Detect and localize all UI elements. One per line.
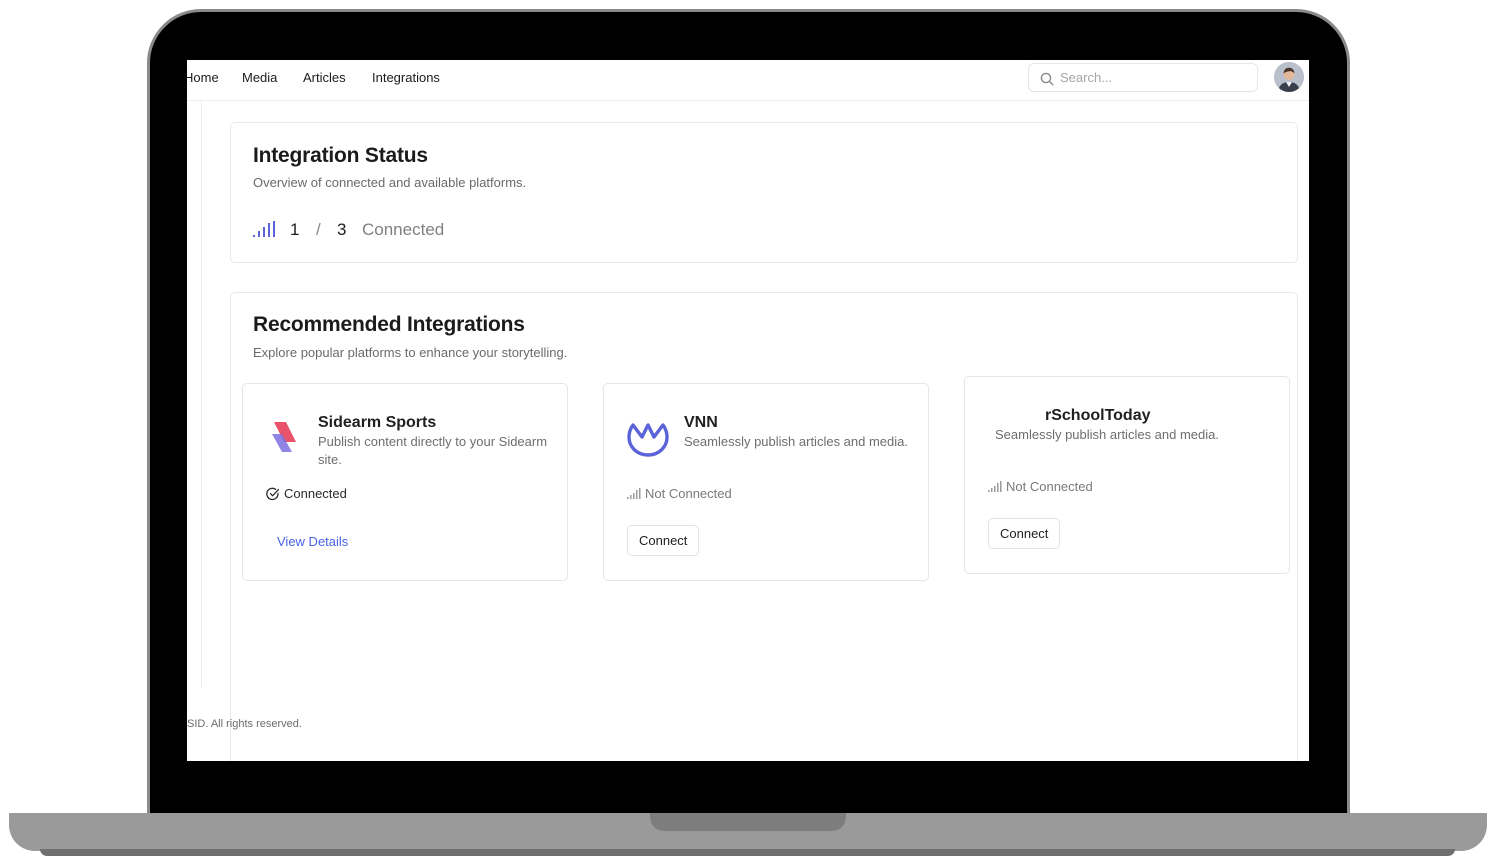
integration-status: Connected [284, 486, 347, 501]
laptop-notch [650, 813, 846, 831]
signal-bars-icon [253, 221, 275, 237]
top-nav: Home Media Articles Integrations [187, 60, 1309, 101]
nav-link-media[interactable]: Media [242, 70, 277, 85]
view-details-link[interactable]: View Details [277, 534, 348, 549]
check-circle-icon [266, 487, 280, 501]
integration-status: Not Connected [645, 486, 732, 501]
total-count: 3 [337, 220, 347, 239]
integration-name: VNN [684, 414, 718, 431]
user-avatar-icon [1274, 62, 1304, 92]
integration-description: Publish content directly to your Sidearm… [318, 434, 548, 467]
connect-button[interactable]: Connect [988, 518, 1061, 549]
search-box[interactable] [1028, 63, 1258, 92]
nav-link-home[interactable]: Home [187, 70, 219, 85]
status-subtitle: Overview of connected and available plat… [253, 175, 527, 190]
count-separator: / [316, 220, 321, 239]
integration-description: Seamlessly publish articles and media. [684, 434, 908, 449]
integration-description: Seamlessly publish articles and media. [995, 427, 1219, 442]
avatar[interactable] [1274, 62, 1304, 92]
status-title: Integration Status [253, 144, 428, 167]
integration-name: rSchoolToday [1045, 407, 1151, 424]
integration-name: Sidearm Sports [318, 414, 437, 431]
search-icon [1040, 72, 1054, 86]
recommended-title: Recommended Integrations [253, 313, 525, 336]
connected-label: Connected [362, 220, 445, 239]
search-input[interactable] [1060, 68, 1250, 87]
nav-link-articles[interactable]: Articles [303, 70, 346, 85]
integration-status-card: Integration Status Overview of connected… [230, 122, 1298, 263]
integration-status: Not Connected [1006, 479, 1093, 494]
connected-count: 1 [290, 220, 300, 239]
nav-link-integrations[interactable]: Integrations [372, 70, 440, 85]
integration-card-sidearm: Sidearm Sports Publish content directly … [242, 383, 568, 581]
integration-card-vnn: VNN Seamlessly publish articles and medi… [603, 383, 929, 581]
app-screen: Home Media Articles Integrations Integra… [187, 60, 1309, 761]
signal-bars-icon [988, 481, 1002, 492]
integration-card-rschooltoday: rSchoolToday Seamlessly publish articles… [964, 376, 1290, 574]
connect-button[interactable]: Connect [627, 525, 700, 556]
content-divider [201, 100, 202, 688]
laptop-base-edge [40, 849, 1455, 856]
footer-copyright: SID. All rights reserved. [187, 718, 302, 730]
signal-bars-icon [627, 488, 641, 499]
sidearm-logo-icon [272, 422, 296, 452]
vnn-logo-icon [627, 423, 669, 457]
recommended-subtitle: Explore popular platforms to enhance you… [253, 345, 568, 360]
